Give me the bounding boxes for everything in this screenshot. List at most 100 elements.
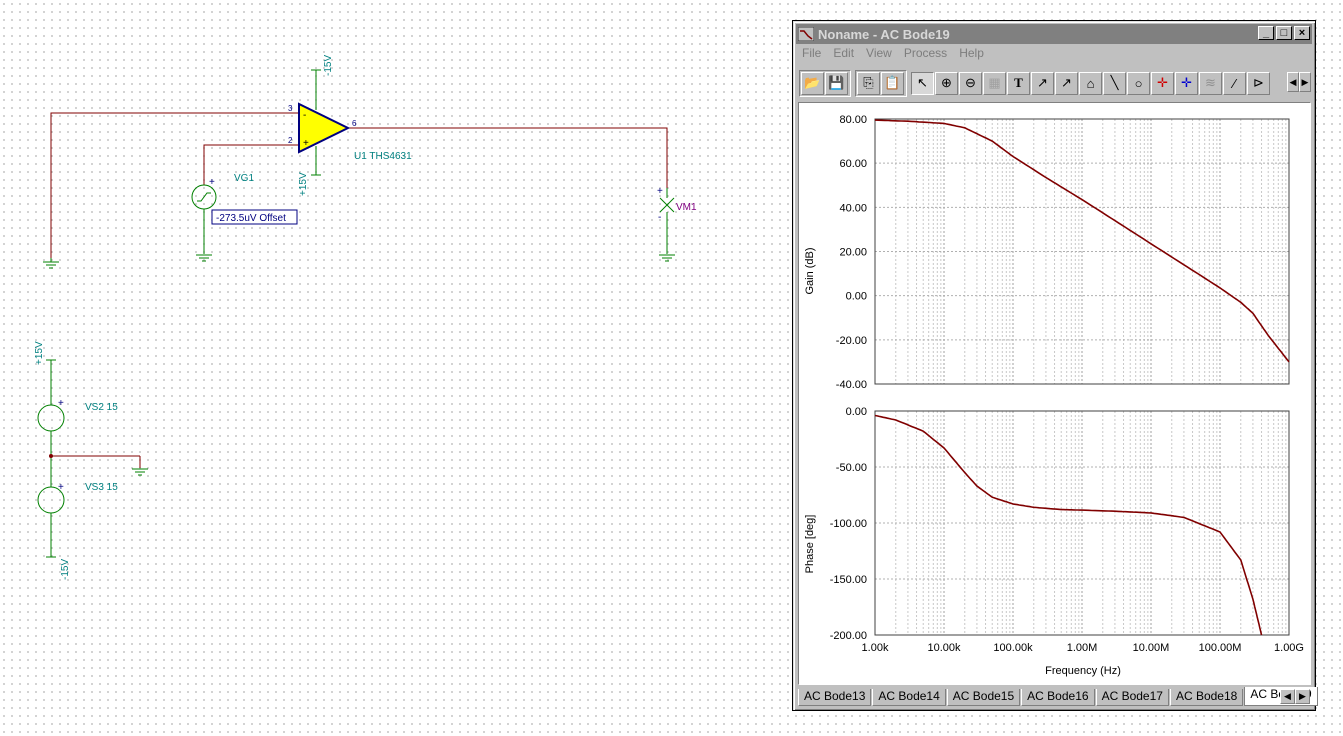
title-bar[interactable]: Noname - AC Bode19 _ □ × xyxy=(796,24,1312,44)
text-icon[interactable]: T xyxy=(1007,71,1030,95)
gain-y-tick-label: 40.00 xyxy=(839,202,867,214)
vs2-plus-sign: + xyxy=(58,398,64,409)
supply-sources[interactable]: + + VS2 15 VS3 15 +15V -15V xyxy=(34,341,118,580)
x-tick-label: 100.00k xyxy=(993,642,1033,654)
circle-icon[interactable]: ○ xyxy=(1127,71,1150,95)
toolbar-scroll-right-icon[interactable]: ▶ xyxy=(1299,72,1311,92)
offset-label: -273.5uV Offset xyxy=(216,213,286,224)
paste-icon[interactable]: 📋 xyxy=(881,71,904,95)
close-button[interactable]: × xyxy=(1294,26,1310,40)
cursor-b-icon[interactable]: ✛ xyxy=(1175,71,1198,95)
supply-top-label: +15V xyxy=(34,341,45,365)
source-label: VG1 xyxy=(234,173,254,184)
zoom-in-icon[interactable]: ⊕ xyxy=(935,71,958,95)
menu-process[interactable]: Process xyxy=(898,45,953,63)
meter-minus-sign: - xyxy=(658,212,661,223)
wave-icon[interactable]: ≋ xyxy=(1199,71,1222,95)
opamp-pin-3: 3 xyxy=(288,104,293,113)
supply-bottom-label: -15V xyxy=(60,559,71,580)
vs3-plus-sign: + xyxy=(58,482,64,493)
window-title: Noname - AC Bode19 xyxy=(818,26,950,42)
x-tick-label: 100.00M xyxy=(1199,642,1242,654)
phase-grid xyxy=(874,410,1289,636)
bode-plot-window[interactable]: Noname - AC Bode19 _ □ × File Edit View … xyxy=(792,20,1318,711)
gain-y-tick-label: -40.00 xyxy=(836,379,867,391)
select-arrow-icon[interactable]: ↖ xyxy=(911,71,934,95)
phase-x-tick-labels: 1.00k 10.00k 100.00k 1.00M 10.00M 100.00M 1.00… xyxy=(862,642,1304,654)
phase-y-tick-label: -100.00 xyxy=(830,518,867,530)
marker-icon[interactable]: ⊳ xyxy=(1247,71,1270,95)
tab-ac-bode13[interactable]: AC Bode13 xyxy=(798,689,872,706)
gain-y-tick-labels: 80.00 60.00 40.00 20.00 0.00 -20.00 -40.00 xyxy=(836,114,867,391)
opamp-plus-sign: + xyxy=(303,138,309,149)
gain-y-tick-label: 0.00 xyxy=(846,291,867,303)
phase-y-tick-label: 0.00 xyxy=(846,406,867,418)
maximize-button[interactable]: □ xyxy=(1276,26,1292,40)
annotate-3-icon[interactable]: ⌂ xyxy=(1079,71,1102,95)
tab-bar: AC Bode13 AC Bode14 AC Bode15 AC Bode16 … xyxy=(798,687,1318,706)
x-tick-label: 1.00M xyxy=(1067,642,1098,654)
source-plus-sign: + xyxy=(209,177,215,188)
meter-label: VM1 xyxy=(676,202,697,213)
frequency-x-axis-label: Frequency (Hz) xyxy=(1045,665,1121,677)
gain-chart: 80.00 60.00 40.00 20.00 0.00 -20.00 -40.00 Gai… xyxy=(804,114,1290,391)
save-icon[interactable]: 💾 xyxy=(825,71,848,95)
opamp-pin-6: 6 xyxy=(352,119,357,128)
opamp-minus-sign: - xyxy=(303,110,306,121)
bode-app-icon xyxy=(798,27,814,41)
menu-help[interactable]: Help xyxy=(953,45,990,63)
tab-ac-bode15[interactable]: AC Bode15 xyxy=(946,689,1021,706)
grid-icon[interactable]: ▦ xyxy=(983,71,1006,95)
annotate-1-icon[interactable]: ↗ xyxy=(1031,71,1054,95)
menu-bar: File Edit View Process Help xyxy=(796,45,1312,63)
annotate-2-icon[interactable]: ↗ xyxy=(1055,71,1078,95)
zoom-out-icon[interactable]: ⊖ xyxy=(959,71,982,95)
cursor-a-icon[interactable]: ✛ xyxy=(1151,71,1174,95)
x-tick-label: 10.00k xyxy=(927,642,961,654)
tab-ac-bode16[interactable]: AC Bode16 xyxy=(1021,689,1095,706)
toolbar-scroll-left-icon[interactable]: ◀ xyxy=(1287,72,1299,92)
tab-ac-bode18[interactable]: AC Bode18 xyxy=(1169,689,1244,706)
plot-area[interactable]: 80.00 60.00 40.00 20.00 0.00 -20.00 -40.00 Gai… xyxy=(798,102,1311,685)
phase-y-tick-label: -50.00 xyxy=(836,462,867,474)
ground-symbols xyxy=(43,254,675,476)
x-tick-label: 1.00k xyxy=(862,642,889,654)
menu-view[interactable]: View xyxy=(860,45,898,63)
opamp-label: U1 THS4631 xyxy=(354,151,412,162)
wires xyxy=(50,112,668,468)
opamp-supply-bottom: +15V xyxy=(298,172,309,196)
source-vg1[interactable]: + VG1 -273.5uV Offset xyxy=(191,173,298,254)
vs2-label: VS2 15 xyxy=(85,402,118,413)
opamp-pin-2: 2 xyxy=(288,136,293,145)
opamp-supply-top: -15V xyxy=(323,55,334,76)
minimize-button[interactable]: _ xyxy=(1258,26,1274,40)
tab-ac-bode14[interactable]: AC Bode14 xyxy=(872,689,946,706)
meter-vm1[interactable]: + - VM1 xyxy=(657,186,697,254)
opamp-u1[interactable]: - + 3 2 6 -15V +15V U1 THS4631 xyxy=(288,55,412,196)
gain-y-tick-label: -20.00 xyxy=(836,335,867,347)
copy-icon[interactable]: ⎘ xyxy=(857,71,880,95)
line-icon[interactable]: ╲ xyxy=(1103,71,1126,95)
menu-file[interactable]: File xyxy=(796,45,827,63)
x-tick-label: 10.00M xyxy=(1133,642,1170,654)
tab-scroll-left-icon[interactable]: ◀ xyxy=(1280,689,1295,704)
phase-y-tick-label: -200.00 xyxy=(830,630,867,642)
tab-scroll-right-icon[interactable]: ▶ xyxy=(1295,689,1310,704)
bode-plot[interactable]: 80.00 60.00 40.00 20.00 0.00 -20.00 -40.00 Gai… xyxy=(799,103,1310,684)
phase-y-axis-label: Phase [deg] xyxy=(804,515,816,574)
wire-inverting-input xyxy=(50,112,300,258)
gain-y-tick-label: 20.00 xyxy=(839,247,867,259)
toolbar: 📂 💾 ⎘ 📋 ↖ ⊕ ⊖ ▦ T ↗ ↗ ⌂ ╲ ○ ✛ ✛ ≋ ⁄ ⊳ ◀ … xyxy=(799,69,1311,97)
tab-ac-bode17[interactable]: AC Bode17 xyxy=(1095,689,1169,706)
gain-grid xyxy=(874,118,1289,385)
gain-y-tick-label: 80.00 xyxy=(839,114,867,126)
vs3-label: VS3 15 xyxy=(85,482,118,493)
open-folder-icon[interactable]: 📂 xyxy=(801,71,824,95)
phase-y-tick-label: -150.00 xyxy=(830,574,867,586)
meter-plus-sign: + xyxy=(657,186,663,197)
menu-edit[interactable]: Edit xyxy=(827,45,860,63)
probe-icon[interactable]: ⁄ xyxy=(1223,71,1246,95)
schematic-canvas[interactable]: - + 3 2 6 -15V +15V U1 THS4631 + VG1 -27… xyxy=(0,0,790,736)
x-tick-label: 1.00G xyxy=(1274,642,1304,654)
phase-chart: 0.00 -50.00 -100.00 -150.00 -200.00 1.00k 10.… xyxy=(804,406,1304,677)
